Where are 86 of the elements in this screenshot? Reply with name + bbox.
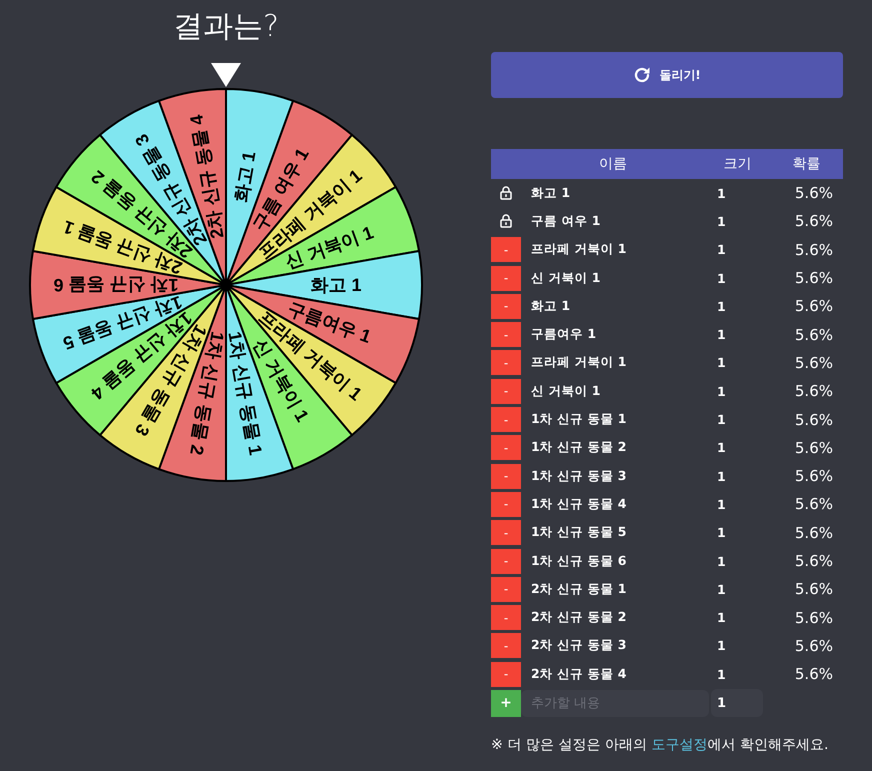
item-size: 1 xyxy=(716,525,726,540)
item-probability: 5.6% xyxy=(794,665,834,684)
item-size: 1 xyxy=(716,468,726,484)
remove-button[interactable]: - xyxy=(491,435,521,460)
remove-button[interactable]: - xyxy=(491,266,521,291)
item-probability: 5.6% xyxy=(794,636,834,655)
item-name: 1차 신규 동물 6 xyxy=(530,552,626,570)
remove-button[interactable]: - xyxy=(491,350,521,376)
item-size: 1 xyxy=(716,355,726,370)
item-size: 1 xyxy=(716,440,726,456)
settings-note: ※ 더 많은 설정은 아래의 도구설정에서 확인해주세요. xyxy=(491,736,828,756)
item-name: 1차 신규 동물 4 xyxy=(530,496,626,513)
item-probability: 5.6% xyxy=(794,269,834,288)
item-name: 1차 신규 동물 3 xyxy=(530,468,626,485)
item-size: 1 xyxy=(716,242,726,258)
segment-label: 화고 1 xyxy=(230,150,260,204)
item-name: 구름여우 1 xyxy=(530,326,596,344)
remove-button[interactable]: - xyxy=(491,662,521,687)
add-button[interactable]: + xyxy=(491,690,521,717)
size-field[interactable]: 1 xyxy=(711,689,763,718)
item-size: 1 xyxy=(716,214,726,229)
item-probability: 5.6% xyxy=(794,240,834,259)
item-size: 1 xyxy=(716,582,726,597)
item-name: 신 거북이 1 xyxy=(530,270,600,287)
item-size: 1 xyxy=(716,412,726,428)
item-probability: 5.6% xyxy=(794,382,834,400)
item-probability: 5.6% xyxy=(794,326,834,344)
item-size: 1 xyxy=(716,298,726,314)
item-size: 1 xyxy=(716,666,726,682)
item-probability: 5.6% xyxy=(794,212,834,230)
item-name: 구름 여우 1 xyxy=(530,212,600,230)
refresh-icon xyxy=(633,66,652,84)
remove-button[interactable]: - xyxy=(491,237,521,262)
remove-button[interactable]: - xyxy=(491,294,521,319)
item-size: 1 xyxy=(716,384,726,399)
item-name: 화고 1 xyxy=(530,298,570,315)
item-name: 1차 신규 동물 5 xyxy=(530,524,626,542)
item-name: 2차 신규 동물 3 xyxy=(530,637,626,654)
column-header: 확률 xyxy=(792,155,820,173)
item-probability: 5.6% xyxy=(794,354,834,372)
tool-settings-link[interactable]: 도구설정 xyxy=(651,737,708,754)
item-size: 1 xyxy=(716,186,726,201)
lock-icon xyxy=(500,214,512,228)
remove-button[interactable]: - xyxy=(491,378,521,404)
item-probability: 5.6% xyxy=(794,184,834,202)
item-name: 1차 신규 동물 2 xyxy=(530,439,626,456)
item-probability: 5.6% xyxy=(794,297,834,316)
item-name: 2차 신규 동물 1 xyxy=(530,580,626,598)
segment-label: 1차 신규 동물 6 xyxy=(53,275,179,295)
remove-button[interactable]: - xyxy=(491,492,521,517)
item-probability: 5.6% xyxy=(794,552,834,570)
remove-button[interactable]: - xyxy=(491,520,521,546)
column-header: 크기 xyxy=(724,155,752,173)
spin-button[interactable]: 돌리기! xyxy=(491,52,843,98)
item-name: 프라페 거북이 1 xyxy=(530,241,626,258)
item-probability: 5.6% xyxy=(794,410,834,429)
remove-button[interactable]: - xyxy=(491,633,521,658)
remove-button[interactable]: - xyxy=(491,576,521,602)
item-name: 1차 신규 동물 1 xyxy=(530,411,626,428)
item-probability: 5.6% xyxy=(794,524,834,542)
item-name: 프라페 거북이 1 xyxy=(530,354,626,372)
item-name: 신 거북이 1 xyxy=(530,382,600,400)
lock-icon xyxy=(500,186,512,200)
item-probability: 5.6% xyxy=(794,438,834,457)
item-probability: 5.6% xyxy=(794,495,834,514)
item-size: 1 xyxy=(716,638,726,654)
remove-button[interactable]: - xyxy=(491,407,521,432)
item-size: 1 xyxy=(716,554,726,568)
item-size: 1 xyxy=(716,496,726,512)
item-probability: 5.6% xyxy=(794,580,834,598)
item-name: 2차 신규 동물 4 xyxy=(530,666,626,683)
item-probability: 5.6% xyxy=(794,608,834,627)
remove-button[interactable]: - xyxy=(491,548,521,574)
column-header: 이름 xyxy=(599,155,627,173)
item-name: 화고 1 xyxy=(530,184,570,202)
item-probability: 5.6% xyxy=(794,467,834,486)
remove-button[interactable]: - xyxy=(491,605,521,630)
segment-label: 화고 1 xyxy=(310,275,362,295)
item-name: 2차 신규 동물 2 xyxy=(530,609,626,626)
item-size: 1 xyxy=(716,270,726,286)
item-size: 1 xyxy=(716,327,726,342)
item-size: 1 xyxy=(716,610,726,626)
remove-button[interactable]: - xyxy=(491,464,521,489)
remove-button[interactable]: - xyxy=(491,322,521,348)
pointer-icon xyxy=(211,63,241,87)
result-title: 결과는? xyxy=(173,8,279,46)
